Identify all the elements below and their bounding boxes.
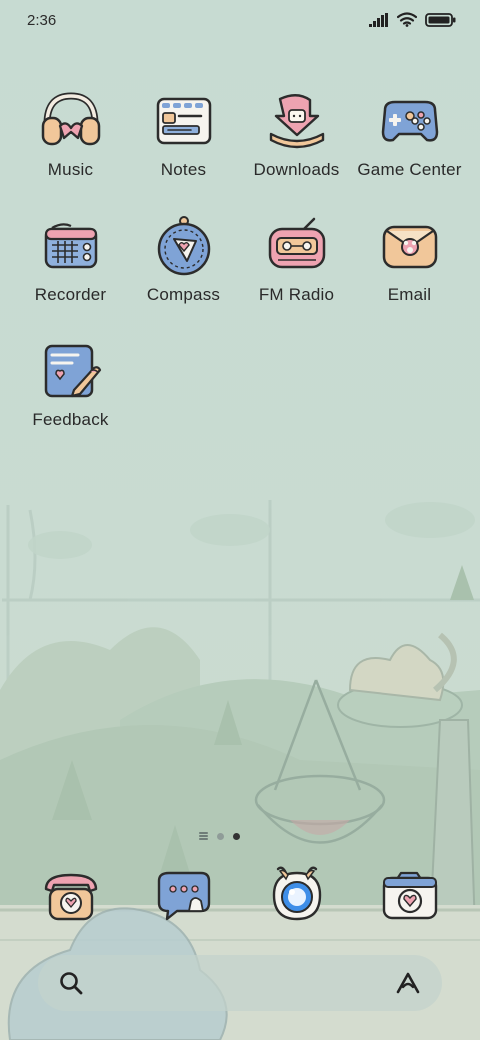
dock bbox=[14, 862, 466, 930]
app-fm-radio[interactable]: FM Radio bbox=[240, 213, 353, 338]
app-label: Compass bbox=[146, 285, 221, 304]
status-time: 2:36 bbox=[27, 12, 57, 29]
email-icon bbox=[382, 225, 437, 269]
app-label: Feedback bbox=[32, 410, 109, 429]
search-bar[interactable] bbox=[38, 955, 442, 1011]
recorder-icon bbox=[44, 223, 97, 269]
dock-browser[interactable] bbox=[240, 862, 353, 930]
downloads-icon bbox=[269, 94, 324, 149]
gamepad-icon bbox=[381, 100, 438, 142]
page-dot[interactable] bbox=[217, 832, 224, 840]
cellular-signal-icon bbox=[369, 12, 389, 32]
app-label: Notes bbox=[160, 160, 207, 179]
app-grid: Music Notes Downloads Game Center Record… bbox=[14, 88, 466, 463]
page-indicator[interactable] bbox=[199, 830, 249, 842]
app-email[interactable]: Email bbox=[353, 213, 466, 338]
app-label: FM Radio bbox=[258, 285, 335, 304]
battery-full-icon bbox=[425, 12, 456, 32]
app-label: Music bbox=[47, 160, 94, 179]
app-label: Game Center bbox=[357, 160, 462, 179]
dock-camera[interactable] bbox=[353, 862, 466, 930]
phone-icon bbox=[44, 873, 97, 921]
messages-icon bbox=[157, 871, 210, 921]
app-notes[interactable]: Notes bbox=[127, 88, 240, 213]
app-row: Feedback bbox=[14, 338, 466, 463]
browser-icon bbox=[272, 866, 321, 921]
dock-phone[interactable] bbox=[14, 862, 127, 930]
status-icons bbox=[369, 12, 456, 32]
app-row: Recorder Compass FM Radio Email bbox=[14, 213, 466, 338]
app-feedback[interactable]: Feedback bbox=[14, 338, 127, 463]
page-list-icon[interactable] bbox=[199, 832, 208, 840]
headphones-icon bbox=[41, 92, 100, 146]
app-game-center[interactable]: Game Center bbox=[353, 88, 466, 213]
dock-messages[interactable] bbox=[127, 862, 240, 930]
wifi-icon bbox=[396, 12, 418, 32]
notes-icon bbox=[156, 97, 211, 145]
app-label: Downloads bbox=[253, 160, 340, 179]
status-bar: 2:36 bbox=[0, 0, 480, 44]
app-label: Recorder bbox=[34, 285, 107, 304]
app-compass[interactable]: Compass bbox=[127, 213, 240, 338]
app-label: Email bbox=[387, 285, 432, 304]
compass-icon bbox=[157, 216, 210, 276]
radio-icon bbox=[268, 217, 325, 269]
app-music[interactable]: Music bbox=[14, 88, 127, 213]
camera-icon bbox=[382, 871, 437, 920]
app-row: Music Notes Downloads Game Center bbox=[14, 88, 466, 213]
app-recorder[interactable]: Recorder bbox=[14, 213, 127, 338]
search-icon[interactable] bbox=[58, 970, 84, 1001]
assistant-icon[interactable] bbox=[394, 970, 422, 1001]
app-downloads[interactable]: Downloads bbox=[240, 88, 353, 213]
feedback-icon bbox=[44, 344, 101, 398]
page-dot-active[interactable] bbox=[233, 832, 240, 840]
